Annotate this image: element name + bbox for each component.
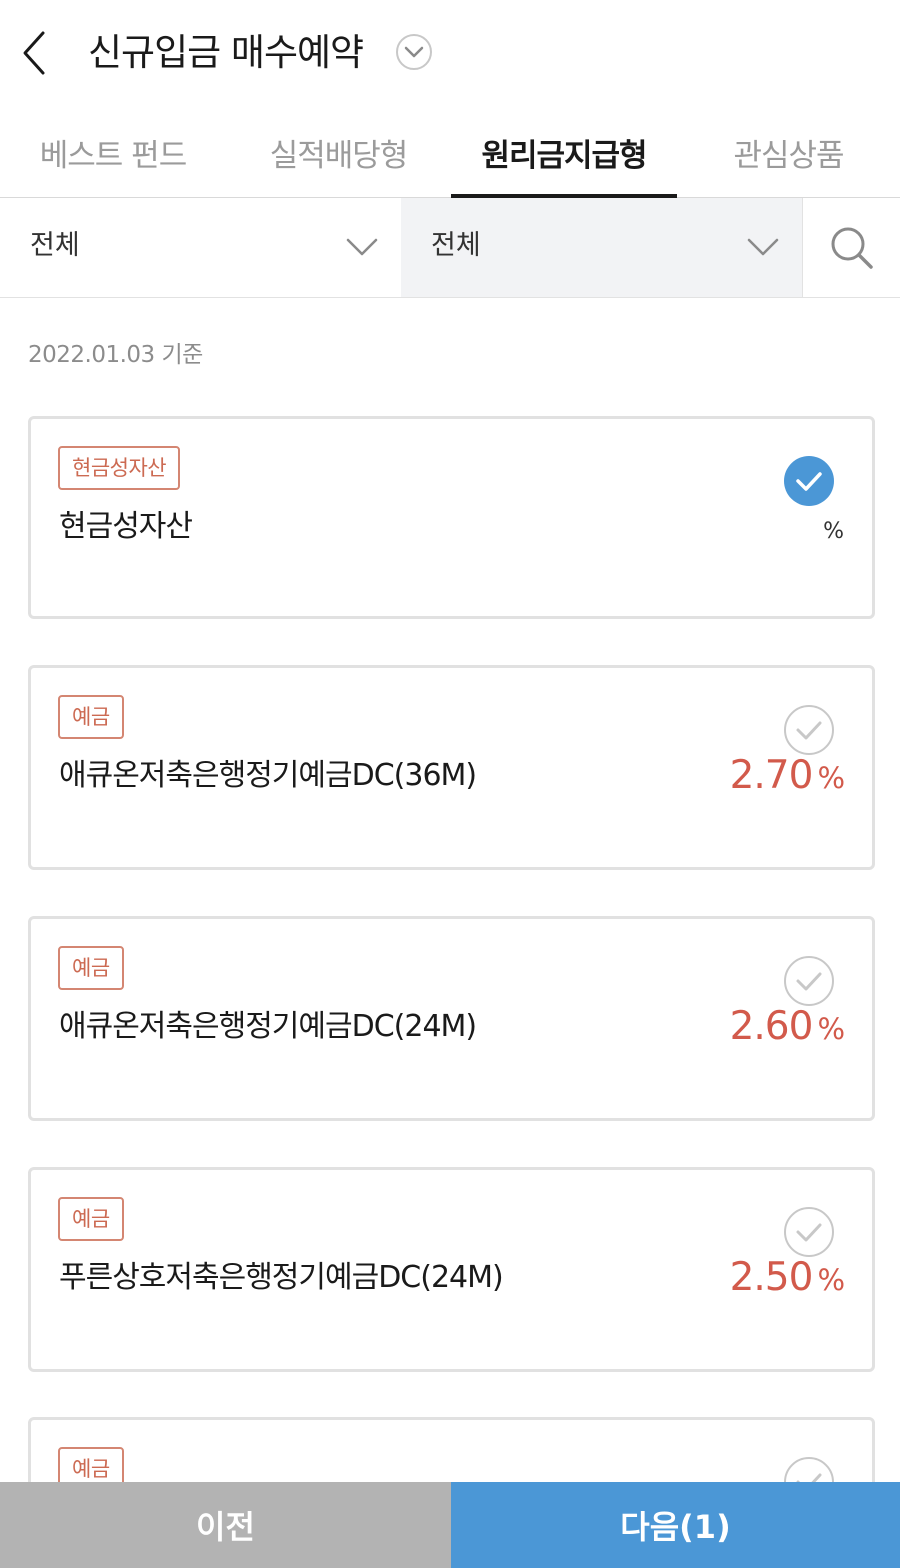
base-date: 2022.01.03 기준 <box>28 342 203 368</box>
product-rate: 2.50% <box>729 1255 845 1302</box>
select-2-value: 전체 <box>431 230 481 261</box>
bottom-action-bar: 이전 다음(1) <box>0 1482 900 1568</box>
rate-value: 2.60 <box>729 1004 814 1049</box>
rate-unit: % <box>817 1012 845 1046</box>
product-rate: 2.60% <box>729 1004 845 1051</box>
select-1-value: 전체 <box>30 230 80 261</box>
rate-value: 2.70 <box>729 753 814 798</box>
chevron-down-circle-icon[interactable] <box>395 33 433 71</box>
app-header: 신규입금 매수예약 <box>0 0 900 106</box>
filter-bar: 전체 전체 <box>0 198 900 298</box>
rate-unit: % <box>817 1263 845 1297</box>
search-icon <box>831 227 873 269</box>
product-name: 애큐온저축은행정기예금DC(24M) <box>59 1009 477 1044</box>
tab-interest-products[interactable]: 관심상품 <box>677 106 900 198</box>
product-name: 애큐온저축은행정기예금DC(36M) <box>59 758 477 793</box>
product-name: 현금성자산 <box>59 509 193 544</box>
tab-best-fund[interactable]: 베스트 펀드 <box>0 106 226 198</box>
check-unselected-icon[interactable] <box>783 1206 835 1258</box>
product-badge: 예금 <box>58 946 124 990</box>
rate-value: 2.50 <box>729 1255 814 1300</box>
prev-button[interactable]: 이전 <box>0 1482 451 1568</box>
product-card[interactable]: 예금 푸른상호저축은행정기예금DC(24M) 2.50% <box>28 1167 875 1372</box>
tab-bar: 베스트 펀드 실적배당형 원리금지급형 관심상품 <box>0 106 900 199</box>
product-card[interactable]: 예금 애큐온저축은행정기예금DC(24M) 2.60% <box>28 916 875 1121</box>
product-name: 푸른상호저축은행정기예금DC(24M) <box>59 1260 504 1295</box>
tab-performance-dividend[interactable]: 실적배당형 <box>226 106 451 198</box>
chevron-down-icon <box>346 238 378 256</box>
rate-unit: % <box>817 761 845 795</box>
product-card[interactable]: 예금 애큐온저축은행정기예금DC(36M) 2.70% <box>28 665 875 870</box>
product-card[interactable]: 현금성자산 현금성자산 % <box>28 416 875 619</box>
rate-unit: % <box>823 519 844 544</box>
check-unselected-icon[interactable] <box>783 704 835 756</box>
next-button[interactable]: 다음(1) <box>451 1482 900 1568</box>
page-title: 신규입금 매수예약 <box>88 31 364 74</box>
back-button[interactable] <box>14 26 54 80</box>
product-rate: 2.70% <box>729 753 845 800</box>
product-badge: 예금 <box>58 1197 124 1241</box>
product-badge: 예금 <box>58 695 124 739</box>
category-select-1[interactable]: 전체 <box>0 198 401 297</box>
check-unselected-icon[interactable] <box>783 955 835 1007</box>
chevron-down-icon <box>747 238 779 256</box>
chevron-left-icon <box>23 31 45 75</box>
tab-principal-interest[interactable]: 원리금지급형 <box>451 106 677 199</box>
check-selected-icon[interactable] <box>783 455 835 507</box>
search-button[interactable] <box>802 198 900 297</box>
category-select-2[interactable]: 전체 <box>401 198 802 297</box>
product-badge: 현금성자산 <box>58 446 181 490</box>
